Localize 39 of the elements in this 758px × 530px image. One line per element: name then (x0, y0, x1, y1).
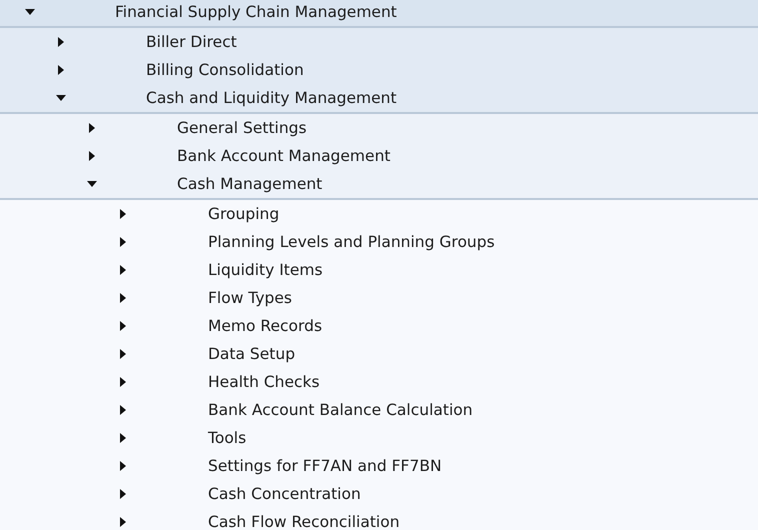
caret-down-icon[interactable] (56, 95, 66, 101)
node-label: Settings for FF7AN and FF7BN (208, 457, 442, 475)
caret-right-icon[interactable] (120, 377, 126, 387)
node-label: Health Checks (208, 373, 320, 391)
node-label: Data Setup (208, 345, 296, 363)
node-label: Cash Management (177, 175, 322, 193)
caret-right-icon[interactable] (120, 349, 126, 359)
tree-node[interactable]: Financial Supply Chain Management (0, 0, 758, 26)
node-label: General Settings (177, 119, 307, 137)
node-label: Bank Account Management (177, 147, 390, 165)
node-label: Grouping (208, 205, 280, 223)
caret-right-icon[interactable] (120, 405, 126, 415)
caret-right-icon[interactable] (58, 65, 64, 75)
caret-right-icon[interactable] (89, 123, 95, 133)
node-label: Flow Types (208, 289, 292, 307)
caret-right-icon[interactable] (120, 517, 126, 527)
caret-right-icon[interactable] (120, 489, 126, 499)
node-label: Cash Concentration (208, 485, 361, 503)
caret-right-icon[interactable] (120, 293, 126, 303)
caret-down-icon[interactable] (87, 181, 97, 187)
caret-right-icon[interactable] (89, 151, 95, 161)
node-label: Cash Flow Reconciliation (208, 513, 400, 530)
caret-right-icon[interactable] (120, 237, 126, 247)
node-label: Financial Supply Chain Management (115, 3, 397, 21)
caret-right-icon[interactable] (120, 433, 126, 443)
node-label: Tools (208, 429, 246, 447)
node-label: Billing Consolidation (146, 61, 304, 79)
node-label: Planning Levels and Planning Groups (208, 233, 495, 251)
node-label: Memo Records (208, 317, 322, 335)
caret-right-icon[interactable] (120, 209, 126, 219)
caret-right-icon[interactable] (120, 461, 126, 471)
node-label: Bank Account Balance Calculation (208, 401, 473, 419)
node-label: Biller Direct (146, 33, 237, 51)
caret-right-icon[interactable] (120, 321, 126, 331)
caret-right-icon[interactable] (120, 265, 126, 275)
caret-right-icon[interactable] (58, 37, 64, 47)
caret-down-icon[interactable] (25, 9, 35, 15)
node-label: Cash and Liquidity Management (146, 89, 397, 107)
node-label: Liquidity Items (208, 261, 323, 279)
